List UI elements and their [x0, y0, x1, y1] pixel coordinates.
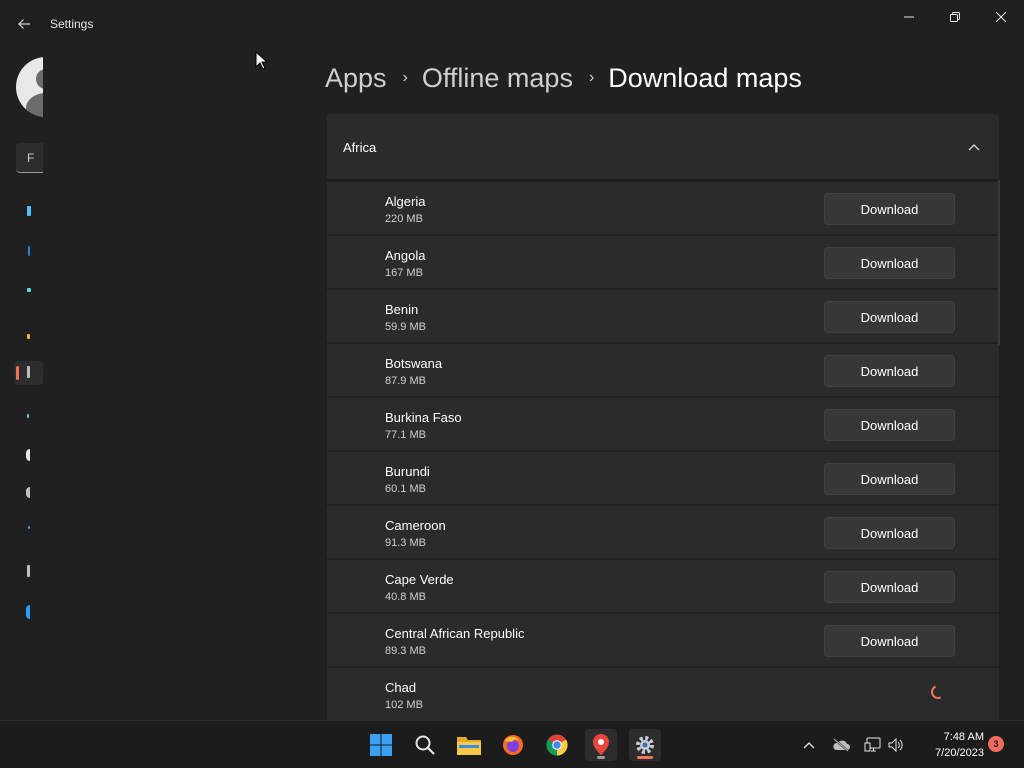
- onedrive-offline-icon[interactable]: [830, 734, 852, 756]
- breadcrumb-offline-maps[interactable]: Offline maps: [422, 63, 573, 94]
- search-icon[interactable]: [409, 729, 441, 761]
- country-name: Burundi: [385, 464, 430, 479]
- download-button[interactable]: Download: [824, 355, 955, 387]
- list-item: Burundi 60.1 MB Download: [327, 452, 999, 504]
- country-name: Burkina Faso: [385, 410, 462, 425]
- firefox-icon[interactable]: [497, 729, 529, 761]
- close-button[interactable]: [978, 6, 1024, 28]
- download-button[interactable]: Download: [824, 193, 955, 225]
- country-name: Botswana: [385, 356, 443, 371]
- nav-gaming-icon[interactable]: [26, 487, 30, 498]
- navigation-pane: F: [0, 48, 43, 720]
- mouse-cursor-icon: [255, 51, 269, 70]
- chevron-up-icon[interactable]: [967, 140, 981, 154]
- show-hidden-icons-icon[interactable]: [798, 734, 820, 756]
- download-button[interactable]: Download: [824, 571, 955, 603]
- close-icon: [996, 12, 1006, 22]
- back-arrow-icon: [18, 19, 30, 29]
- country-name: Cape Verde: [385, 572, 454, 587]
- country-size: 77.1 MB: [385, 429, 426, 441]
- country-name: Benin: [385, 302, 419, 317]
- maximize-button[interactable]: [932, 6, 978, 28]
- country-size: 167 MB: [385, 267, 423, 279]
- back-button[interactable]: [12, 12, 36, 36]
- list-item: Central African Republic 89.3 MB Download: [327, 614, 999, 666]
- country-size: 87.9 MB: [385, 375, 426, 387]
- country-name: Algeria: [385, 194, 426, 209]
- list-item: Algeria 220 MB Download: [327, 182, 999, 234]
- list-item: Chad 102 MB: [327, 668, 999, 720]
- clock-time: 7:48 AM: [943, 731, 984, 743]
- notification-badge[interactable]: 3: [988, 736, 1004, 752]
- nav-privacy-icon[interactable]: [27, 565, 30, 577]
- download-button[interactable]: Download: [824, 463, 955, 495]
- download-button[interactable]: Download: [824, 517, 955, 549]
- search-placeholder: F: [27, 151, 35, 165]
- scrollbar[interactable]: [998, 180, 1000, 345]
- list-item: Angola 167 MB Download: [327, 236, 999, 288]
- minimize-button[interactable]: [886, 6, 932, 28]
- taskbar-clock[interactable]: 7:48 AM 7/20/2023: [916, 729, 984, 761]
- country-name: Central African Republic: [385, 626, 525, 641]
- volume-icon[interactable]: [885, 734, 907, 756]
- settings-icon[interactable]: [629, 729, 661, 761]
- country-size: 59.9 MB: [385, 321, 426, 333]
- maps-icon[interactable]: [585, 729, 617, 761]
- download-button[interactable]: Download: [824, 625, 955, 657]
- app-title: Settings: [50, 17, 94, 31]
- download-button[interactable]: Download: [824, 247, 955, 279]
- country-size: 60.1 MB: [385, 483, 426, 495]
- list-item: Cameroon 91.3 MB Download: [327, 506, 999, 558]
- nav-network-icon[interactable]: [27, 288, 31, 292]
- nav-time-icon[interactable]: [26, 449, 30, 461]
- download-button[interactable]: Download: [824, 409, 955, 441]
- progress-ring-icon: [929, 683, 947, 701]
- list-item: Botswana 87.9 MB Download: [327, 344, 999, 396]
- country-name: Chad: [385, 680, 417, 695]
- chrome-icon[interactable]: [541, 729, 573, 761]
- active-indicator: [637, 756, 653, 759]
- running-indicator: [597, 756, 605, 759]
- nav-accounts-icon[interactable]: [27, 414, 29, 418]
- find-setting-input[interactable]: F: [16, 143, 43, 173]
- list-item: Burkina Faso 77.1 MB Download: [327, 398, 999, 450]
- nav-bluetooth-icon[interactable]: [28, 246, 30, 256]
- network-icon[interactable]: [862, 734, 884, 756]
- breadcrumb-apps[interactable]: Apps: [325, 63, 387, 94]
- list-item: Benin 59.9 MB Download: [327, 290, 999, 342]
- download-button[interactable]: Download: [824, 301, 955, 333]
- nav-system-icon[interactable]: [27, 206, 31, 216]
- country-size: 220 MB: [385, 213, 423, 225]
- nav-accessibility-icon[interactable]: [28, 526, 30, 529]
- clock-date: 7/20/2023: [935, 747, 984, 759]
- page-title: Download maps: [608, 62, 802, 93]
- start-icon[interactable]: [365, 729, 397, 761]
- region-list: Africa Algeria 220 MB Download Angola 167 MB…: [327, 114, 999, 720]
- restore-icon: [950, 12, 960, 22]
- list-item: Cape Verde 40.8 MB Download: [327, 560, 999, 612]
- country-size: 102 MB: [385, 699, 423, 711]
- region-header[interactable]: Africa: [327, 114, 999, 180]
- country-size: 89.3 MB: [385, 645, 426, 657]
- taskbar: 7:48 AM 7/20/2023 3: [0, 720, 1024, 768]
- file-explorer-icon[interactable]: [453, 729, 485, 761]
- avatar[interactable]: [16, 57, 43, 117]
- country-name: Angola: [385, 248, 426, 263]
- breadcrumb: Apps › Offline maps › Download maps: [325, 58, 802, 98]
- nav-apps-icon: [27, 366, 30, 378]
- title-bar: Settings: [0, 0, 1024, 48]
- minimize-icon: [904, 16, 914, 18]
- nav-update-icon[interactable]: [26, 605, 30, 619]
- chevron-right-icon: ›: [588, 69, 595, 86]
- country-size: 40.8 MB: [385, 591, 426, 603]
- country-name: Cameroon: [385, 518, 446, 533]
- country-size: 91.3 MB: [385, 537, 426, 549]
- nav-personalization-icon[interactable]: [27, 334, 30, 339]
- region-title: Africa: [343, 140, 377, 155]
- chevron-right-icon: ›: [402, 69, 408, 86]
